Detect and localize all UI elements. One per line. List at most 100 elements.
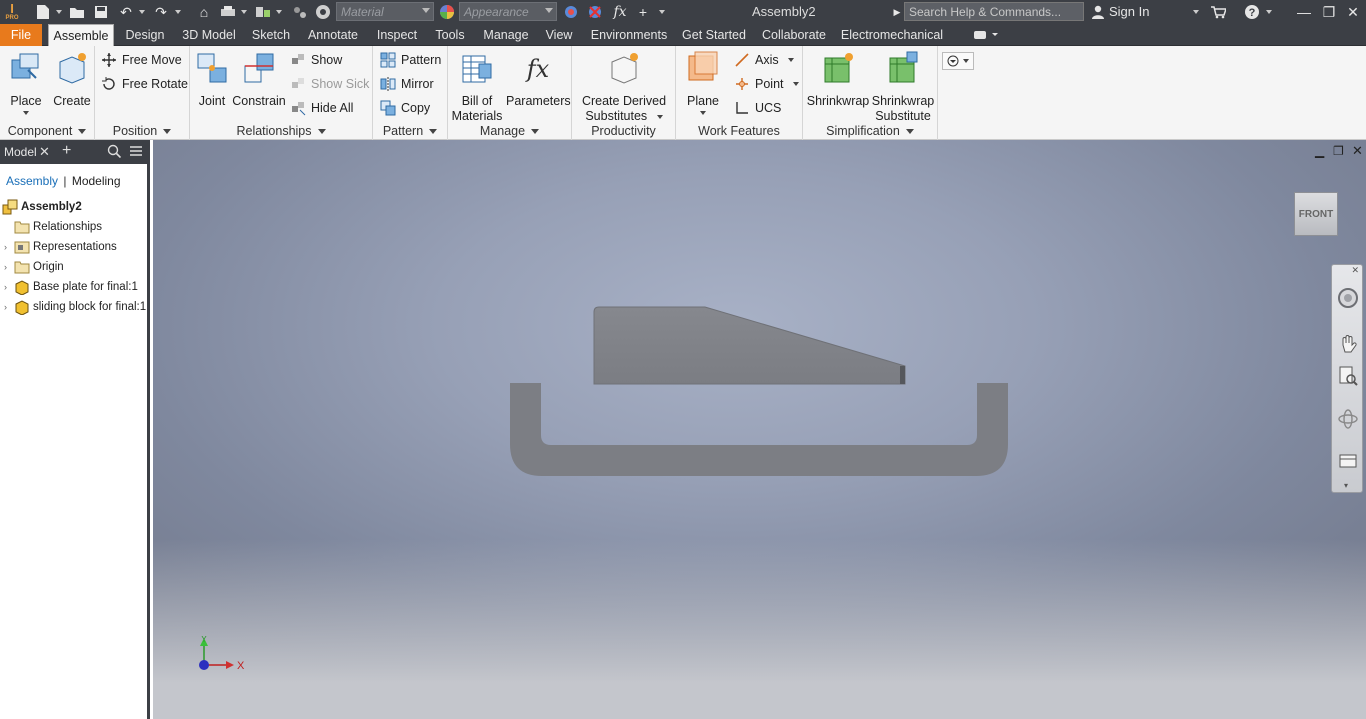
appearance-sphere-icon[interactable] [438,3,456,21]
tab-electromechanical[interactable]: Electromechanical [840,24,944,46]
pattern-button[interactable]: Pattern [380,50,441,70]
tree-root[interactable]: Assembly2 [2,197,82,217]
tab-file[interactable]: File [0,24,42,46]
customize-qat-icon[interactable] [656,3,668,21]
tab-collaborate[interactable]: Collaborate [757,24,831,46]
undo-icon[interactable]: ↶ [116,3,136,21]
save-icon[interactable] [92,3,110,21]
ribbon-overflow-button[interactable] [942,52,974,70]
tab-get-started[interactable]: Get Started [680,24,748,46]
viewport-minimize-icon[interactable]: ▁ [1315,144,1324,158]
graphics-viewport[interactable]: ▁ ❐ ✕ FRONT ✕ ▾ X Y [153,140,1366,719]
navbar-close-icon[interactable]: ✕ [1351,265,1359,276]
help-dropdown-icon[interactable] [1264,3,1274,21]
app-logo[interactable]: I PRO [4,2,20,21]
tab-environments[interactable]: Environments [587,24,671,46]
create-derived-substitutes-button[interactable]: Create Derived Substitutes [578,50,670,124]
copy-button[interactable]: Copy [380,98,430,118]
sign-in-button[interactable]: Sign In [1092,4,1149,19]
zoom-icon[interactable] [1337,365,1359,387]
show-button[interactable]: Show [290,50,342,70]
create-component-button[interactable]: Create [52,50,92,109]
tree-item-base-plate[interactable]: › Base plate for final:1 [4,277,138,297]
tab-tools[interactable]: Tools [430,24,470,46]
joint-button[interactable]: Joint [193,50,231,109]
expand-icon[interactable]: › [4,302,14,312]
color-wheel-icon[interactable] [314,3,332,21]
browser-add-icon[interactable]: + [62,142,71,160]
tab-assemble[interactable]: Assemble [48,24,114,46]
tab-design[interactable]: Design [120,24,170,46]
adjust-appearance-icon[interactable] [561,3,581,21]
expand-icon[interactable]: › [4,282,14,292]
redo-icon[interactable]: ↷ [151,3,171,21]
redo-dropdown-icon[interactable] [174,3,182,21]
material-combo[interactable]: Material [336,2,434,21]
place-button[interactable]: Place [6,50,46,115]
expand-icon[interactable]: › [4,262,14,272]
restore-icon[interactable]: ❐ [1319,3,1339,21]
new-file-icon[interactable] [32,3,54,21]
plane-button[interactable]: Plane [682,50,724,115]
search-input[interactable]: Search Help & Commands... [904,2,1084,21]
viewport-close-icon[interactable]: ✕ [1352,143,1363,159]
show-sick-button[interactable]: Show Sick [290,74,369,94]
ucs-button[interactable]: UCS [734,98,781,118]
tree-item-origin[interactable]: › Origin [4,257,64,277]
panel-title-pattern[interactable]: Pattern [373,124,447,138]
panel-title-simplification[interactable]: Simplification [803,124,937,138]
help-icon[interactable]: ? [1243,3,1261,21]
tree-item-representations[interactable]: › Representations [4,237,117,257]
home-icon[interactable]: ⌂ [194,3,214,21]
view-face-icon[interactable] [1337,450,1359,472]
undo-dropdown-icon[interactable] [138,3,146,21]
parameters-button[interactable]: fx Parameters [506,50,571,109]
mirror-button[interactable]: Mirror [380,74,434,94]
measure-plus-icon[interactable]: + [634,3,652,21]
steering-wheel-icon[interactable] [1337,287,1359,309]
expand-search-icon[interactable]: ▶ [892,3,902,21]
tab-sketch[interactable]: Sketch [248,24,294,46]
panel-title-manage[interactable]: Manage [448,124,571,138]
tab-annotate[interactable]: Annotate [303,24,363,46]
axis-button[interactable]: Axis [734,50,794,70]
bill-of-materials-button[interactable]: Bill of Materials [450,50,504,124]
tab-inspect[interactable]: Inspect [371,24,423,46]
print-icon[interactable] [218,3,238,21]
viewport-restore-icon[interactable]: ❐ [1333,144,1344,158]
free-rotate-button[interactable]: Free Rotate [101,74,188,94]
point-button[interactable]: Point [734,74,799,94]
assembly-model[interactable] [153,140,1366,719]
cart-icon[interactable] [1208,3,1228,21]
print-dropdown-icon[interactable] [240,3,248,21]
project-dropdown-icon[interactable] [275,3,283,21]
close-icon[interactable]: ✕ [1343,3,1363,21]
browser-close-icon[interactable]: ✕ [39,144,50,160]
panel-title-position[interactable]: Position [95,124,189,138]
expand-icon[interactable]: › [4,242,14,252]
panel-title-component[interactable]: Component [0,124,94,138]
browser-search-icon[interactable] [107,144,122,161]
viewcube[interactable]: FRONT [1294,192,1338,236]
appearance-combo[interactable]: Appearance [459,2,557,21]
constrain-button[interactable]: Constrain [232,50,286,109]
shrinkwrap-button[interactable]: Shrinkwrap [806,50,870,109]
tab-manage[interactable]: Manage [479,24,533,46]
browser-menu-icon[interactable] [129,144,143,161]
minimize-icon[interactable]: — [1294,3,1314,21]
panel-title-relationships[interactable]: Relationships [190,124,372,138]
orbit-icon[interactable] [1337,408,1359,430]
navbar-customize-icon[interactable]: ▾ [1344,481,1348,490]
pan-hand-icon[interactable] [1337,333,1359,355]
open-folder-icon[interactable] [68,3,86,21]
tree-item-relationships[interactable]: Relationships [4,217,102,237]
browser-tab-model[interactable]: Model [4,145,37,159]
shrinkwrap-substitute-button[interactable]: Shrinkwrap Substitute [871,50,935,124]
select-mode-icon[interactable] [290,3,310,21]
tree-item-sliding-block[interactable]: › sliding block for final:1 [4,297,146,317]
fx-icon[interactable]: fx [610,3,630,21]
free-move-button[interactable]: Free Move [101,50,182,70]
ribbon-display-toggle-icon[interactable] [970,24,1000,46]
sign-in-dropdown-icon[interactable] [1191,3,1201,21]
project-icon[interactable] [253,3,273,21]
